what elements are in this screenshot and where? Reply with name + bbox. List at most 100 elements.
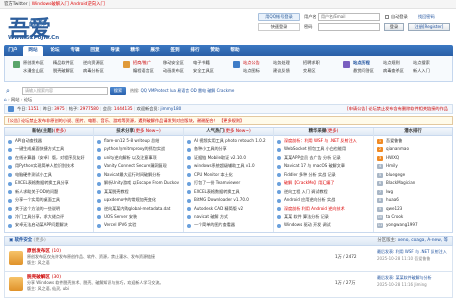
board-row[interactable]: 脱壳破解区 (30) 分享 Windows 软件脱壳技术、脱壳、破解知识与技巧，…	[4, 272, 453, 298]
list-item[interactable]: UOS Server 安装	[96, 213, 181, 221]
nav-digest[interactable]: 精华	[126, 45, 144, 56]
list-item[interactable]: Vercel IPV6 实验	[96, 221, 181, 229]
breadcrumb-current[interactable]: 论坛	[24, 97, 32, 102]
hot-word[interactable]: 破解	[207, 88, 215, 93]
nav-album[interactable]: 专辑	[66, 45, 84, 56]
password-input[interactable]	[318, 23, 380, 31]
subnav-link[interactable]: 病毒查杀区	[383, 68, 404, 74]
list-item[interactable]: 逆向工程 入门 调试教程	[276, 188, 371, 196]
list-item[interactable]: 解析Unity游戏 以Escape From Duckov	[96, 179, 181, 187]
subnav-link[interactable]: 脱壳破解区	[53, 68, 74, 74]
list-item[interactable]: Android 应用逆向分析 实战	[276, 196, 371, 204]
list-item[interactable]: upxdemo中的常规加壳变化	[96, 196, 181, 204]
list-item[interactable]: 在线计算器（安卓）版，对程序员友好	[7, 154, 91, 162]
list-item[interactable]: 证据链 Mobile取证 v2.10.0	[186, 154, 271, 162]
board-last-post[interactable]: 最后发表: 某某软件破解与分析	[377, 275, 453, 281]
list-item[interactable]: EXCEL表格数据转换工具分享	[7, 179, 91, 187]
forum-more-link[interactable]: (更多)	[34, 238, 46, 243]
list-item[interactable]: 深度剖析 利用 Android 逆向技术	[276, 205, 371, 213]
list-item[interactable]: WebSocket 抓包工具 小白也能用	[276, 145, 371, 153]
forum-section-title[interactable]: 软件安全	[15, 238, 33, 243]
board-last-post[interactable]: 最后发表: 利用 WSF 与 .NET 反射注入	[377, 249, 453, 255]
hot-word[interactable]: 易语言	[177, 88, 189, 93]
rank-item[interactable]: 10 ta Crook	[376, 213, 450, 221]
subnav-link[interactable]: 移动安全区	[163, 60, 184, 66]
nav-rank[interactable]: 排行	[186, 45, 204, 56]
rank-item[interactable]: 1 吾爱鲁鲁	[376, 137, 450, 145]
subnav-link[interactable]: 新人入门	[413, 68, 430, 74]
subnav-link[interactable]: 精品软件区	[53, 60, 74, 66]
register-button[interactable]: 注册[Register]	[408, 23, 450, 31]
list-item[interactable]: Windows 驱动 开发 调试	[276, 221, 371, 229]
hot-word[interactable]: lua	[170, 88, 176, 93]
nav-reply[interactable]: 回复	[86, 45, 104, 56]
subnav-link[interactable]: 逆向资源区	[83, 60, 104, 66]
rank-item[interactable]: 5 bluegege	[376, 171, 450, 179]
rank-item[interactable]: 8 huaa6	[376, 196, 450, 204]
rank-item[interactable]: 6 BlackMagician	[376, 179, 450, 187]
subnav-link[interactable]: 站点公告	[243, 60, 260, 66]
board-row[interactable]: 原创发布区 (10) 原创发布区仅允许发布原创作品、软件、资源，禁止灌水、发布资…	[4, 246, 453, 272]
rank-item[interactable]: 11 yongwang1997	[376, 221, 450, 229]
rank-item[interactable]: 7 lwg	[376, 188, 450, 196]
home-icon[interactable]: ⌂	[4, 97, 7, 102]
list-item[interactable]: API自动查找器	[7, 137, 91, 145]
login-button[interactable]: 登录	[384, 23, 404, 31]
rank-item[interactable]: 9 qwe123	[376, 205, 450, 213]
list-item[interactable]: AI 视频实用工具 photo retouch 1.0.2	[186, 137, 271, 145]
subnav-link[interactable]: 站点规则	[383, 60, 400, 66]
hot-word[interactable]: Crackme	[217, 88, 235, 93]
rank-item[interactable]: 4 Hmily	[376, 162, 450, 170]
nav-help[interactable]: 帮助	[226, 45, 244, 56]
subnav-link[interactable]: 建议反馈	[273, 68, 290, 74]
nav-forum[interactable]: 论坛	[46, 45, 64, 56]
list-item[interactable]: 安卓无法启动某APP问题解决	[7, 221, 91, 229]
subnav-link[interactable]: 原创发布区	[23, 60, 44, 66]
list-item[interactable]: unity逆向解析 以及注意事项	[96, 154, 181, 162]
list-item[interactable]: 电脑硬件测试小工具	[7, 171, 91, 179]
subnav-link[interactable]: 编程语言区	[133, 68, 154, 74]
list-item[interactable]: python与mitmproxy的抓包实战	[96, 145, 181, 153]
rank-item[interactable]: 2 qiananmao	[376, 145, 450, 153]
newest-member[interactable]: jimmy180	[160, 106, 181, 111]
list-item[interactable]: 某某APP会员 去广告 分析 记录	[276, 154, 371, 162]
site-logo[interactable]: 吾爱 破解 Www.52PoJie.Cn	[6, 11, 76, 42]
search-button[interactable]: 搜索	[110, 87, 126, 95]
android-reverse-link[interactable]: Android逆向入门	[70, 2, 105, 7]
list-item[interactable]: Navicat最大运行时间破解分析	[96, 171, 181, 179]
list-item[interactable]: windows系统超级辅助工具 v1.0	[186, 162, 271, 170]
list-item[interactable]: Navicat 17 与 macOS 破解文章	[276, 162, 371, 170]
list-item[interactable]: 一键生成桌面快捷方式工具	[7, 145, 91, 153]
breadcrumb-home[interactable]: 网站	[11, 97, 19, 102]
list-item[interactable]: 破解【CrackMe】用汇编了	[276, 179, 371, 187]
list-item[interactable]: 深度剖析：利用 WSF 与 .NET 反射注入	[276, 137, 371, 145]
search-input[interactable]: 请输入搜索内容	[22, 87, 108, 95]
subnav-link[interactable]: 站务处理	[273, 60, 290, 66]
announcement-bar[interactable]: [公告] 论坛禁止发布非原创的小说、图片、电影、音乐、游戏等资源，遇到破解作品请…	[4, 116, 453, 125]
remember-checkbox[interactable]	[385, 15, 389, 19]
list-item[interactable]: 一个简单的图片查看器	[186, 221, 271, 229]
list-item[interactable]: 打包了一份 Teamviewer	[186, 179, 271, 187]
list-item[interactable]: BitMG Downloader v1.70.0	[186, 196, 271, 204]
windows-crack-link[interactable]: Windows破解入门	[32, 2, 69, 7]
hot-word[interactable]: QQ	[141, 88, 147, 93]
subnav-link[interactable]: 水漫金山区	[23, 68, 44, 74]
list-item[interactable]: 各种小工具的分享	[186, 145, 271, 153]
quick-login-button[interactable]: 快速登录	[258, 23, 300, 31]
list-item[interactable]: Autodesk CAD 精简版 v2	[186, 205, 271, 213]
nav-sign[interactable]: 签到	[166, 45, 184, 56]
list-item[interactable]: 新人求助关于OD的问题	[7, 188, 91, 196]
subnav-link[interactable]: 站点图标	[243, 68, 260, 74]
list-item[interactable]: 逆向某某内购global-metadata.dat	[96, 205, 181, 213]
subnav-link[interactable]: 病毒分析区	[83, 68, 104, 74]
username-input[interactable]: 用户名/Email	[318, 13, 380, 21]
subnav-link[interactable]: 交易区	[303, 68, 316, 74]
list-item[interactable]: Fiddler 多种 分析 实战 记录	[276, 171, 371, 179]
subnav-link[interactable]: 站点搜索	[413, 60, 430, 66]
subnav-link[interactable]: 悬赏问答区	[353, 68, 374, 74]
stats-notice[interactable]: [申请公告] 论坛禁止发布含有删除软件相关链接的作品	[347, 105, 448, 113]
subnav-link[interactable]: 电子书籍	[193, 60, 210, 66]
nav-donate[interactable]: 赞助	[206, 45, 224, 56]
nav-show[interactable]: 展示	[146, 45, 164, 56]
forgot-password-link[interactable]: 找回密码	[418, 14, 435, 22]
